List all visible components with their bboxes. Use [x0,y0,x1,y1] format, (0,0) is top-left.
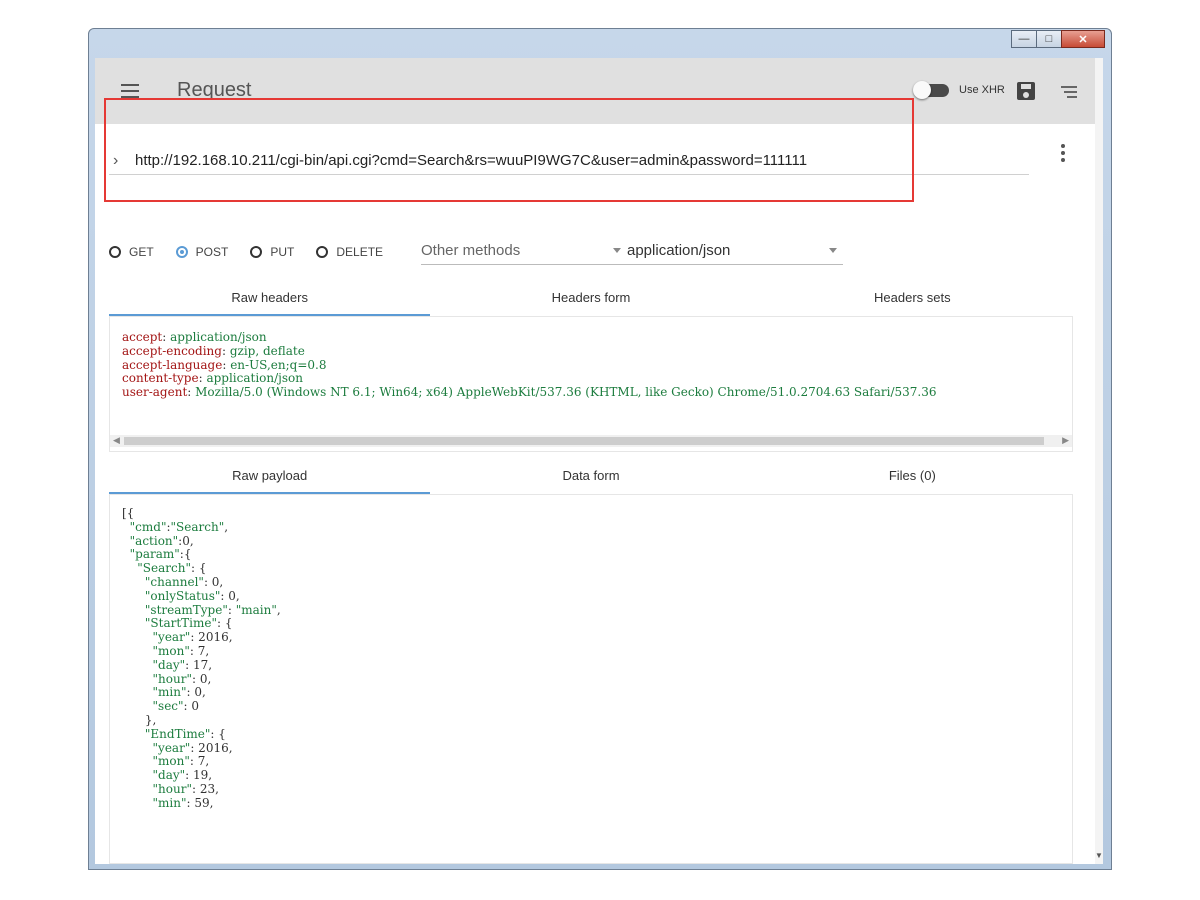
payload-line: "mon": 7, [152,643,210,658]
sort-icon[interactable] [1061,86,1077,101]
save-icon[interactable] [1017,82,1035,100]
minimize-icon: — [1018,33,1030,45]
payload-line: "year": 2016, [152,740,233,755]
radio-icon [109,246,121,258]
payload-line: "EndTime": { [144,726,226,741]
payload-editor[interactable]: [{ "cmd":"Search", "action":0, "param":{… [109,494,1073,864]
chevron-right-icon[interactable]: › [113,152,118,170]
tab-headers-sets[interactable]: Headers sets [752,280,1073,316]
use-xhr-toggle[interactable] [913,81,949,99]
headers-editor[interactable]: accept: application/json accept-encoding:… [109,316,1073,452]
header-value: application/json [206,371,304,386]
header-value: gzip, deflate [229,343,305,358]
header-line: accept-encoding: gzip, deflate [122,343,305,358]
scroll-right-icon[interactable]: ▶ [1062,435,1069,447]
request-toolbar: Request Use XHR [95,58,1103,124]
window-controls: — □ ✕ [1011,30,1105,48]
payload-line: "sec": 0 [152,699,200,714]
header-value: application/json [170,330,267,344]
close-icon: ✕ [1078,33,1088,46]
header-line: accept: application/json [122,330,267,344]
header-key: content-type [122,371,199,386]
payload-line: "channel": 0, [144,574,224,589]
tab-raw-headers[interactable]: Raw headers [109,280,431,316]
headers-tabs: Raw headers Headers form Headers sets [109,280,1073,316]
payload-line: "StartTime": { [144,616,233,631]
horizontal-scrollbar[interactable]: ◀ ▶ [110,435,1072,447]
radio-checked-icon [175,246,188,258]
method-post[interactable]: POST [175,245,228,259]
payload-line: "onlyStatus": 0, [144,588,240,603]
maximize-icon: □ [1045,33,1053,45]
payload-line: "day": 19, [152,768,213,783]
payload-line: "action":0, [129,533,194,548]
client-area: Request Use XHR › http://192.168.10.211/… [95,58,1103,864]
minimize-button[interactable]: — [1011,30,1037,48]
payload-line: "min": 59, [152,795,214,810]
tab-raw-payload[interactable]: Raw payload [109,458,431,494]
maximize-button[interactable]: □ [1036,30,1062,48]
menu-icon[interactable] [121,84,139,98]
header-line: content-type: application/json [122,371,304,386]
payload-line: "mon": 7, [152,754,210,769]
payload-line: "min": 0, [152,685,206,700]
header-line: accept-language: en-US,en;q=0.8 [122,357,327,372]
other-methods-select[interactable]: Other methods [421,242,627,265]
tab-data-form[interactable]: Data form [430,458,751,494]
payload-line: }, [122,712,157,727]
header-key: accept-encoding [122,343,222,358]
payload-line: "hour": 0, [152,671,212,686]
header-key: accept [122,330,163,344]
content-type-select[interactable]: application/json [627,242,843,265]
more-vert-icon[interactable] [1061,144,1065,165]
payload-line: "param":{ [129,547,192,562]
header-key: accept-language [122,357,223,372]
app-window: — □ ✕ Request Use XHR › http://192.168.1… [88,28,1112,870]
scroll-left-icon[interactable]: ◀ [113,435,120,447]
payload-tabs: Raw payload Data form Files (0) [109,458,1073,494]
dropdown-arrow-icon [613,248,621,253]
header-line: user-agent: Mozilla/5.0 (Windows NT 6.1;… [122,385,937,400]
method-get[interactable]: GET [109,245,154,259]
payload-line: "year": 2016, [152,630,233,645]
payload-line: "cmd":"Search", [129,519,229,534]
vertical-scrollbar[interactable]: ▼ [1095,58,1103,864]
url-input[interactable]: › http://192.168.10.211/cgi-bin/api.cgi?… [109,150,1029,175]
payload-line: "Search": { [137,561,207,576]
payload-line: "streamType": "main", [144,602,281,617]
dropdown-arrow-icon [829,248,837,253]
url-value[interactable]: http://192.168.10.211/cgi-bin/api.cgi?cm… [135,152,807,169]
payload-line: "day": 17, [152,657,213,672]
close-button[interactable]: ✕ [1061,30,1105,48]
use-xhr-label: Use XHR [959,84,1005,96]
header-value: en-US,en;q=0.8 [230,357,327,372]
payload-line: [{ [122,506,135,520]
method-put[interactable]: PUT [250,245,294,259]
tab-files[interactable]: Files (0) [752,458,1073,494]
header-value: Mozilla/5.0 (Windows NT 6.1; Win64; x64)… [195,385,937,400]
header-key: user-agent [122,385,188,400]
tab-headers-form[interactable]: Headers form [430,280,751,316]
radio-icon [316,246,329,258]
radio-icon [250,246,263,258]
scroll-down-icon[interactable]: ▼ [1095,851,1103,860]
page-title: Request [177,79,252,101]
method-selector: GET POST PUT DELETE [109,240,405,264]
window-titlebar[interactable]: — □ ✕ [89,29,1111,57]
payload-line: "hour": 23, [152,781,219,796]
method-delete[interactable]: DELETE [316,245,383,259]
